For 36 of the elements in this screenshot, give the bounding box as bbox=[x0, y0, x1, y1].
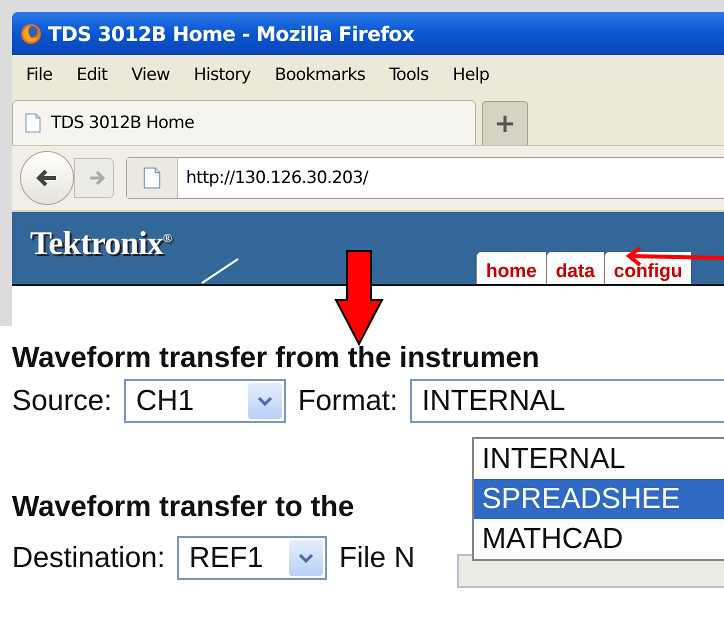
field-label: Source: bbox=[12, 384, 112, 418]
forward-button[interactable] bbox=[74, 158, 114, 198]
destination-select[interactable]: REF1 bbox=[177, 536, 328, 580]
page-icon bbox=[143, 167, 161, 189]
section-heading: Waveform transfer from the instrumen bbox=[12, 342, 540, 375]
back-arrow-icon bbox=[36, 169, 58, 187]
menu-item[interactable]: File bbox=[26, 65, 52, 85]
logo: Tektronix$^{®}$ bbox=[30, 226, 172, 263]
address-field[interactable]: http://130.126.30.203/ bbox=[126, 157, 724, 199]
dropdown-option[interactable]: SPREADSHEE bbox=[474, 479, 724, 519]
menu-item[interactable]: Tools bbox=[389, 65, 429, 85]
site-tab[interactable]: data bbox=[546, 252, 604, 284]
menu-item[interactable]: History bbox=[194, 65, 251, 85]
menu-item[interactable]: Bookmarks bbox=[274, 65, 366, 85]
chevron-down-icon bbox=[256, 395, 273, 407]
logo-swoosh-icon bbox=[200, 258, 240, 284]
source-select[interactable]: CH1 bbox=[124, 379, 286, 423]
page-icon bbox=[25, 113, 41, 133]
menu-item[interactable]: View bbox=[131, 65, 170, 85]
forward-arrow-icon bbox=[88, 170, 106, 186]
field-label: File N bbox=[339, 542, 415, 574]
browser-tab[interactable]: TDS 3012B Home bbox=[12, 100, 476, 145]
chevron-down-icon bbox=[298, 552, 314, 564]
site-tab[interactable]: home bbox=[476, 252, 546, 284]
menu-item[interactable]: Edit bbox=[76, 65, 108, 85]
back-button[interactable] bbox=[20, 151, 74, 205]
browser-logo-icon bbox=[20, 22, 42, 44]
section-heading: Waveform transfer to the bbox=[12, 491, 354, 524]
format-select[interactable]: INTERNAL bbox=[410, 379, 724, 423]
dropdown-option[interactable]: INTERNAL bbox=[474, 439, 724, 479]
dropdown-option[interactable]: MATHCAD bbox=[474, 519, 724, 559]
field-label: Format: bbox=[298, 384, 398, 418]
field-label: Destination: bbox=[12, 542, 166, 574]
new-tab-button[interactable]: + bbox=[482, 101, 528, 145]
menu-item[interactable]: Help bbox=[452, 65, 490, 85]
window-title: TDS 3012B Home - Mozilla Firefox bbox=[48, 22, 414, 46]
